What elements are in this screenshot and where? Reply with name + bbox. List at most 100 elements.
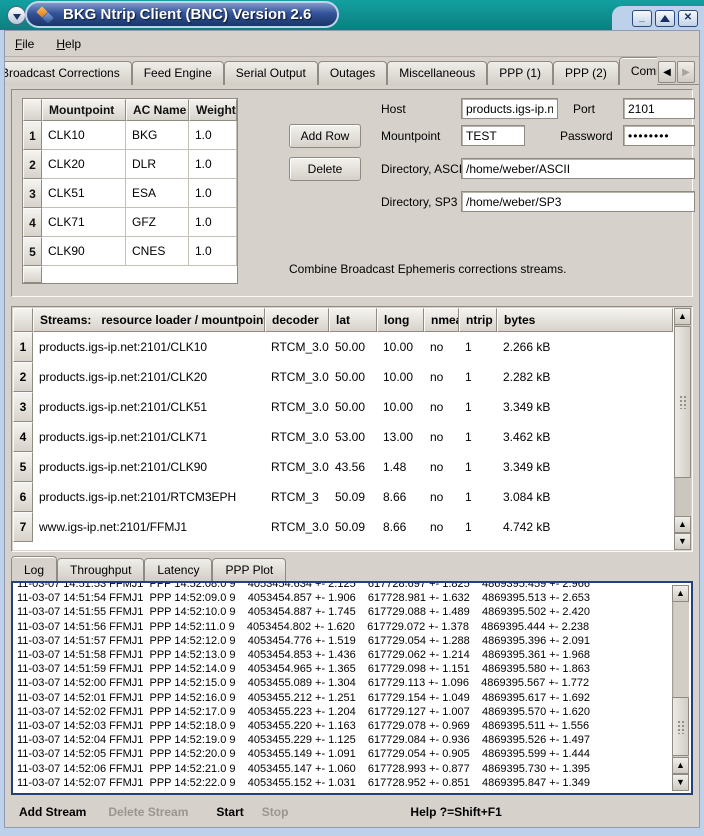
table-row[interactable]: 1 CLK10 BKG 1.0 xyxy=(23,121,237,150)
tab[interactable]: Feed Engine xyxy=(132,61,224,85)
column-header-lat[interactable]: lat xyxy=(329,308,377,332)
tab[interactable]: Broadcast Corrections xyxy=(5,61,132,85)
cell-ac-name[interactable]: GFZ xyxy=(126,208,189,237)
cell-bytes[interactable]: 4.742 kB xyxy=(497,512,673,542)
column-header-long[interactable]: long xyxy=(377,308,424,332)
menu-help[interactable]: Help xyxy=(56,37,81,51)
cell-mountpoint[interactable]: www.igs-ip.net:2101/FFMJ1 xyxy=(33,512,265,542)
cell-nmea[interactable]: no xyxy=(424,452,459,482)
stop-button[interactable]: Stop xyxy=(262,805,289,819)
tab[interactable]: Combination xyxy=(619,57,657,85)
cell-long[interactable]: 10.00 xyxy=(377,332,424,362)
cell-lat[interactable]: 50.09 xyxy=(329,512,377,542)
tab[interactable]: Outages xyxy=(318,61,387,85)
cell-lat[interactable]: 43.56 xyxy=(329,452,377,482)
cell-nmea[interactable]: no xyxy=(424,482,459,512)
cell-ntrip[interactable]: 1 xyxy=(459,332,497,362)
column-header-ntrip[interactable]: ntrip xyxy=(459,308,497,332)
table-row[interactable]: 2 products.igs-ip.net:2101/CLK20 RTCM_3.… xyxy=(13,362,691,392)
table-row[interactable]: 6 products.igs-ip.net:2101/RTCM3EPH RTCM… xyxy=(13,482,691,512)
tab-scroll-left-icon[interactable]: ◀ xyxy=(658,61,676,83)
cell-mountpoint[interactable]: CLK71 xyxy=(42,208,126,237)
start-button[interactable]: Start xyxy=(216,805,243,819)
table-row[interactable]: 2 CLK20 DLR 1.0 xyxy=(23,150,237,179)
cell-decoder[interactable]: RTCM_3.0 xyxy=(265,512,329,542)
cell-decoder[interactable]: RTCM_3.0 xyxy=(265,392,329,422)
scroll-up-icon[interactable]: ▲ xyxy=(672,585,689,602)
table-row[interactable]: 4 products.igs-ip.net:2101/CLK71 RTCM_3.… xyxy=(13,422,691,452)
cell-decoder[interactable]: RTCM_3.0 xyxy=(265,452,329,482)
cell-lat[interactable]: 50.00 xyxy=(329,332,377,362)
cell-nmea[interactable]: no xyxy=(424,392,459,422)
cell-mountpoint[interactable]: products.igs-ip.net:2101/CLK71 xyxy=(33,422,265,452)
cell-ntrip[interactable]: 1 xyxy=(459,422,497,452)
cell-nmea[interactable]: no xyxy=(424,422,459,452)
cell-decoder[interactable]: RTCM_3.0 xyxy=(265,362,329,392)
cell-weight[interactable]: 1.0 xyxy=(189,179,237,208)
bottom-tab[interactable]: Latency xyxy=(144,558,212,581)
cell-mountpoint[interactable]: products.igs-ip.net:2101/CLK20 xyxy=(33,362,265,392)
cell-ntrip[interactable]: 1 xyxy=(459,392,497,422)
port-input[interactable] xyxy=(623,98,695,119)
cell-weight[interactable]: 1.0 xyxy=(189,237,237,266)
tab[interactable]: Miscellaneous xyxy=(387,61,487,85)
cell-long[interactable]: 8.66 xyxy=(377,482,424,512)
column-header-weight[interactable]: Weight xyxy=(189,99,237,121)
cell-ntrip[interactable]: 1 xyxy=(459,512,497,542)
log-output[interactable]: 11-03-07 14:51:53 FFMJ1 PPP 14:52:08.0 9… xyxy=(11,581,693,795)
cell-decoder[interactable]: RTCM_3.0 xyxy=(265,422,329,452)
table-row[interactable]: 4 CLK71 GFZ 1.0 xyxy=(23,208,237,237)
scroll-up-icon[interactable]: ▲ xyxy=(674,308,691,325)
column-header-decoder[interactable]: decoder xyxy=(265,308,329,332)
scroll-up-icon[interactable]: ▲ xyxy=(672,757,689,774)
cell-mountpoint[interactable]: products.igs-ip.net:2101/RTCM3EPH xyxy=(33,482,265,512)
bottom-tab[interactable]: PPP Plot xyxy=(212,558,286,581)
window-menu-button[interactable] xyxy=(7,6,26,25)
cell-ac-name[interactable]: BKG xyxy=(126,121,189,150)
directory-sp3-input[interactable] xyxy=(461,191,695,212)
column-header-bytes[interactable]: bytes xyxy=(497,308,673,332)
minimize-button[interactable]: _ xyxy=(632,10,652,27)
scrollbar-slider[interactable] xyxy=(674,326,691,478)
column-header-mountpoint[interactable]: Streams: resource loader / mountpoint xyxy=(33,308,265,332)
cell-mountpoint[interactable]: products.igs-ip.net:2101/CLK51 xyxy=(33,392,265,422)
cell-long[interactable]: 10.00 xyxy=(377,362,424,392)
column-header-mountpoint[interactable]: Mountpoint xyxy=(42,99,126,121)
add-row-button[interactable]: Add Row xyxy=(289,124,361,148)
cell-bytes[interactable]: 2.266 kB xyxy=(497,332,673,362)
password-input[interactable] xyxy=(623,125,695,146)
cell-mountpoint[interactable]: CLK10 xyxy=(42,121,126,150)
mountpoint-input[interactable] xyxy=(461,125,525,146)
log-scrollbar[interactable]: ▲ ▲ ▼ xyxy=(672,585,689,791)
cell-long[interactable]: 10.00 xyxy=(377,392,424,422)
host-input[interactable] xyxy=(461,98,558,119)
column-header-nmea[interactable]: nmea xyxy=(424,308,459,332)
tab[interactable]: PPP (1) xyxy=(487,61,553,85)
table-row[interactable]: 3 products.igs-ip.net:2101/CLK51 RTCM_3.… xyxy=(13,392,691,422)
cell-bytes[interactable]: 3.084 kB xyxy=(497,482,673,512)
cell-ntrip[interactable]: 1 xyxy=(459,482,497,512)
table-row[interactable]: 3 CLK51 ESA 1.0 xyxy=(23,179,237,208)
streams-scrollbar[interactable]: ▲ ▲ ▼ xyxy=(674,308,691,550)
column-header-ac-name[interactable]: AC Name xyxy=(126,99,189,121)
scroll-down-icon[interactable]: ▼ xyxy=(672,774,689,791)
cell-bytes[interactable]: 2.282 kB xyxy=(497,362,673,392)
cell-lat[interactable]: 50.00 xyxy=(329,392,377,422)
cell-mountpoint[interactable]: products.igs-ip.net:2101/CLK90 xyxy=(33,452,265,482)
table-row[interactable]: 7 www.igs-ip.net:2101/FFMJ1 RTCM_3.0 50.… xyxy=(13,512,691,542)
cell-decoder[interactable]: RTCM_3 xyxy=(265,482,329,512)
cell-bytes[interactable]: 3.349 kB xyxy=(497,452,673,482)
menu-file[interactable]: File xyxy=(15,37,34,51)
cell-ac-name[interactable]: DLR xyxy=(126,150,189,179)
cell-bytes[interactable]: 3.349 kB xyxy=(497,392,673,422)
bottom-tab[interactable]: Throughput xyxy=(57,558,144,581)
maximize-button[interactable] xyxy=(655,10,675,27)
cell-ntrip[interactable]: 1 xyxy=(459,362,497,392)
scrollbar-slider[interactable] xyxy=(672,697,689,756)
close-button[interactable]: ✕ xyxy=(678,10,698,27)
table-row[interactable]: 5 CLK90 CNES 1.0 xyxy=(23,237,237,266)
cell-bytes[interactable]: 3.462 kB xyxy=(497,422,673,452)
cell-lat[interactable]: 53.00 xyxy=(329,422,377,452)
add-stream-button[interactable]: Add Stream xyxy=(19,805,86,819)
delete-stream-button[interactable]: Delete Stream xyxy=(108,805,188,819)
